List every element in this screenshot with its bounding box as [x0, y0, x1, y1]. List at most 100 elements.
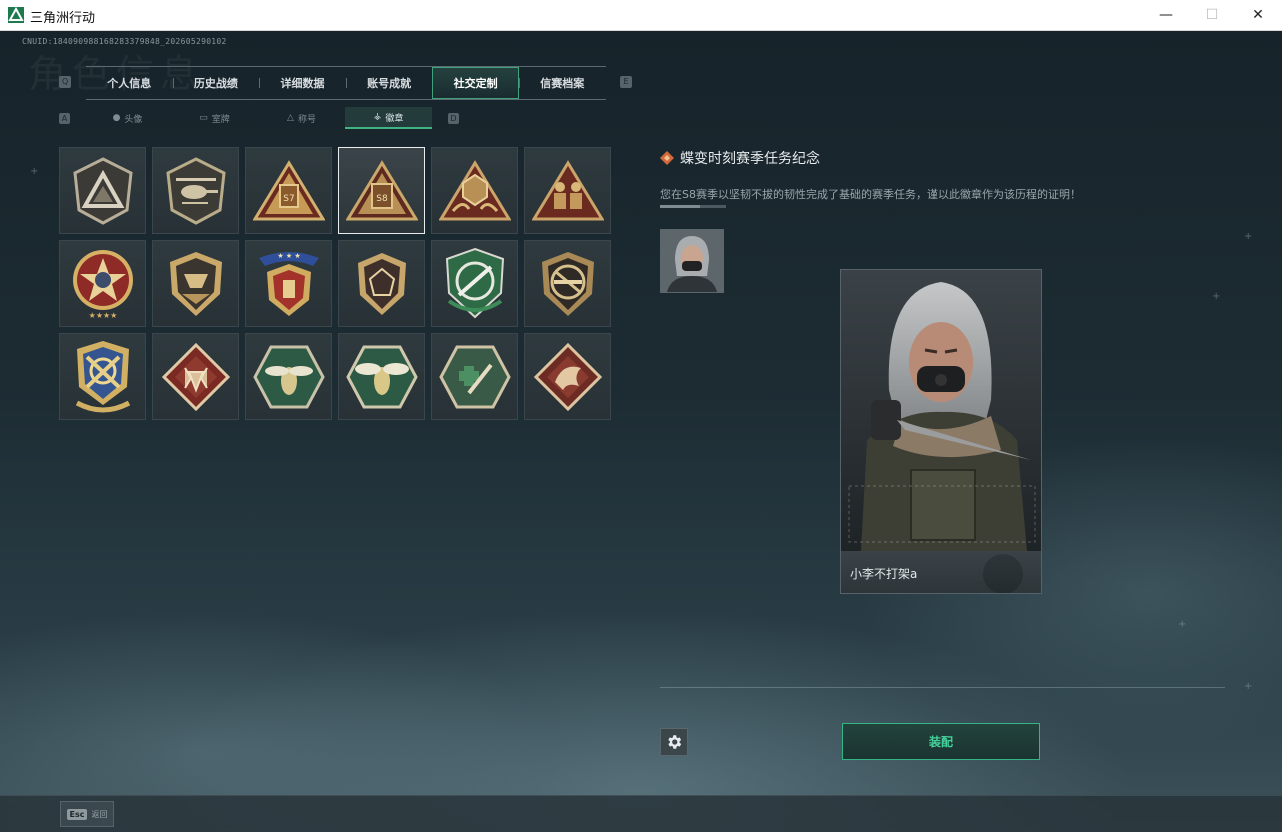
prev-tab-key-hint[interactable]: Q: [59, 76, 71, 88]
subtab-label: 头像: [124, 114, 143, 125]
character-card: 小李不打架a: [840, 269, 1042, 594]
tab-match-history[interactable]: 历史战绩: [172, 67, 260, 99]
person-icon: ●: [112, 113, 121, 123]
avatar-portrait-icon: [661, 230, 723, 292]
gem-shield-badge-icon: [357, 252, 406, 315]
description-divider: [660, 205, 726, 208]
badge-cell[interactable]: [524, 333, 611, 420]
tab-label: 账号成就: [367, 77, 412, 90]
star-medal-badge-icon: ★★★★: [72, 249, 133, 320]
badge-cell[interactable]: S7: [245, 147, 332, 234]
subtab-badge[interactable]: ⚶ 徽章: [345, 107, 432, 129]
diamond-marker-icon: [660, 151, 674, 165]
equip-button[interactable]: 装配: [842, 723, 1040, 760]
wing-shield-badge-icon: [169, 251, 222, 316]
tab-detailed-data[interactable]: 详细数据: [259, 67, 346, 99]
tab-season-archive[interactable]: 信赛档案: [518, 67, 606, 99]
badge-cell[interactable]: [338, 333, 425, 420]
gear-icon: [668, 735, 682, 749]
hornet-alt-badge-icon: [345, 345, 418, 408]
tab-label: 个人信息: [107, 77, 152, 90]
badge-cell[interactable]: [152, 333, 239, 420]
svg-text:★ ★ ★: ★ ★ ★: [277, 252, 300, 260]
triangle-icon: △: [287, 113, 294, 123]
badge-grid: S7 S8 ★★★★ ★ ★ ★: [59, 147, 615, 420]
badge-title: 蝶变时刻赛季任务纪念: [680, 151, 820, 167]
subtab-label: 徽章: [385, 113, 404, 124]
maximize-icon: ☐: [1205, 7, 1219, 23]
tab-label: 详细数据: [280, 77, 325, 90]
tab-label: 社交定制: [453, 77, 498, 90]
game-viewport: 角色信息 CNUID:184090988168283379848_2026052…: [0, 31, 1282, 832]
badge-cell[interactable]: [152, 147, 239, 234]
sub-tab-bar: ● 头像 ▭ 室牌 △ 称号 ⚶ 徽章: [84, 107, 434, 129]
window-title: 三角洲行动: [30, 11, 96, 26]
badge-cell[interactable]: [152, 240, 239, 327]
dragon-badge-icon: [533, 342, 602, 411]
rifle-ban-badge-icon: [541, 251, 594, 316]
hud-plus-icon: +: [30, 166, 39, 177]
hornet-badge-icon: [252, 345, 325, 408]
tab-social-custom[interactable]: 社交定制: [432, 67, 519, 99]
maximize-button[interactable]: ☐: [1189, 0, 1235, 30]
soldiers-badge-icon: [531, 159, 604, 220]
bottom-bar: Esc 返回: [0, 795, 1282, 832]
player-avatar[interactable]: [660, 229, 724, 293]
medic-badge-icon: [438, 345, 511, 408]
badge-cell[interactable]: [59, 147, 146, 234]
badge-cell[interactable]: [59, 333, 146, 420]
helicopter-badge-icon: [165, 156, 226, 225]
next-tab-key-hint[interactable]: E: [620, 76, 632, 88]
badge-description: 您在S8赛季以坚韧不拔的韧性完成了基础的赛季任务，谨以此徽章作为该历程的证明！: [660, 188, 1081, 201]
minimize-button[interactable]: —: [1143, 0, 1189, 30]
badge-cell[interactable]: ★★★★: [59, 240, 146, 327]
green-rifle-badge-icon: [445, 247, 504, 318]
subtab-label: 称号: [297, 114, 316, 125]
badge-cell[interactable]: ★ ★ ★: [245, 240, 332, 327]
minimize-icon: —: [1159, 7, 1173, 23]
hud-plus-icon: +: [1178, 619, 1187, 630]
close-icon: ✕: [1252, 7, 1264, 23]
svg-text:★★★★: ★★★★: [88, 311, 117, 320]
subtab-avatar[interactable]: ● 头像: [84, 107, 171, 129]
delta-triangle-badge-icon: [72, 156, 133, 225]
badge-cell[interactable]: [245, 333, 332, 420]
operator-portrait-icon: [841, 270, 1041, 551]
window-titlebar: 三角洲行动 — ☐ ✕: [0, 0, 1282, 31]
badge-cell[interactable]: [431, 147, 518, 234]
badge-season-label: S7: [283, 194, 294, 204]
settings-button[interactable]: [660, 728, 688, 756]
badge-cell[interactable]: [524, 240, 611, 327]
player-uid: CNUID:184090988168283379848_202605290102: [22, 37, 227, 46]
badge-cell[interactable]: [431, 333, 518, 420]
tab-personal-info[interactable]: 个人信息: [86, 67, 173, 99]
badge-cell[interactable]: [431, 240, 518, 327]
panel-divider: [660, 687, 1225, 688]
badge-title-row: 蝶变时刻赛季任务纪念: [660, 148, 820, 168]
badge-cell[interactable]: [338, 240, 425, 327]
esc-key-hint: Esc: [66, 808, 88, 820]
s7-season-badge-icon: S7: [252, 159, 325, 220]
player-name-bar: 小李不打架a: [841, 551, 1041, 593]
badge-cell-selected[interactable]: S8: [338, 147, 425, 234]
hud-plus-icon: +: [1212, 291, 1221, 302]
prev-subtab-key-hint[interactable]: A: [59, 113, 70, 124]
subtab-label: 室牌: [211, 114, 230, 125]
back-label: 返回: [91, 809, 108, 819]
next-subtab-key-hint[interactable]: D: [448, 113, 459, 124]
hud-plus-icon: +: [1244, 681, 1253, 692]
subtab-nameplate[interactable]: ▭ 室牌: [171, 107, 258, 129]
s8-season-badge-icon: S8: [345, 159, 418, 220]
badge-season-label: S8: [376, 194, 388, 204]
tab-achievements[interactable]: 账号成就: [345, 67, 433, 99]
laurel-shield-badge-icon: ★ ★ ★: [258, 251, 319, 316]
tab-label: 信赛档案: [540, 77, 585, 90]
card-ring-decoration: [983, 554, 1023, 593]
hud-plus-icon: +: [1244, 231, 1253, 242]
badge-cell[interactable]: [524, 147, 611, 234]
subtab-title[interactable]: △ 称号: [258, 107, 345, 129]
back-button[interactable]: Esc 返回: [60, 801, 114, 827]
close-button[interactable]: ✕: [1235, 0, 1281, 30]
tab-label: 历史战绩: [193, 77, 238, 90]
wolf-badge-icon: [161, 342, 230, 411]
